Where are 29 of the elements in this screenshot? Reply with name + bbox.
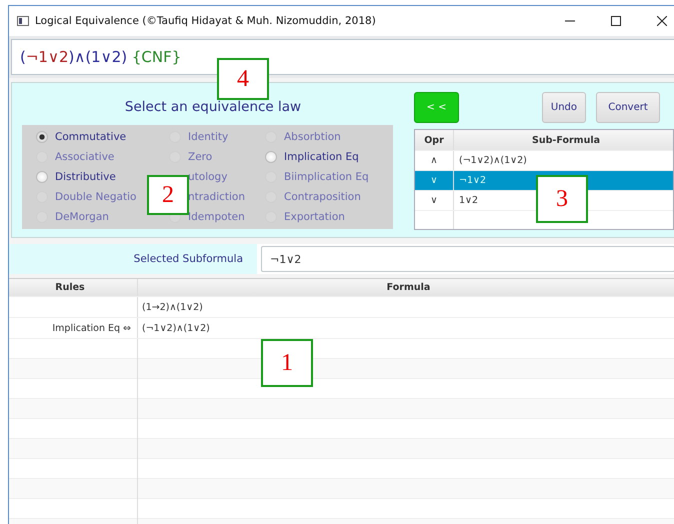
window-title: Logical Equivalence (©Taufiq Hidayat & Muh. Nizomuddin, 2018): [35, 15, 377, 27]
operator-cell[interactable]: ∧: [415, 151, 454, 170]
operator-cell[interactable]: ∨: [415, 191, 454, 210]
app-icon: [17, 16, 29, 26]
column-header[interactable]: Sub-Formula: [454, 134, 673, 146]
panel-heading: Select an equivalence law: [124, 99, 302, 115]
law-radio[interactable]: Distributive: [36, 169, 116, 185]
undo-button[interactable]: Undo: [542, 92, 586, 122]
law-radio[interactable]: Implication Eq: [265, 149, 359, 165]
maximize-icon[interactable]: [611, 16, 621, 26]
field-label: Selected Subformula: [9, 244, 257, 274]
table-cell: Implication Eq ⇔: [9, 318, 138, 338]
column-header[interactable]: Opr: [415, 130, 454, 150]
table-cell-text: (¬1∨2)∧(1∨2): [141, 322, 211, 334]
table-cell[interactable]: 1∨2: [459, 195, 478, 206]
table-cell[interactable]: ¬1∨2: [459, 175, 486, 186]
callout-number: 2: [147, 175, 189, 215]
law-radio[interactable]: Commutative: [36, 129, 126, 145]
callout-number: 3: [536, 175, 588, 223]
close-icon[interactable]: [657, 16, 667, 26]
column-header[interactable]: Formula: [138, 282, 674, 293]
callout-number: 1: [261, 339, 313, 387]
back-button[interactable]: < <: [414, 92, 459, 122]
table-cell[interactable]: (¬1∨2)∧(1∨2): [459, 155, 527, 166]
convert-button[interactable]: Convert: [596, 92, 660, 122]
table-cell-text: (1→2)∧(1∨2): [141, 302, 204, 312]
operator-cell[interactable]: ∨: [415, 171, 454, 190]
column-header[interactable]: Rules: [9, 279, 138, 296]
subformula-field[interactable]: ¬1∨2: [261, 246, 674, 272]
